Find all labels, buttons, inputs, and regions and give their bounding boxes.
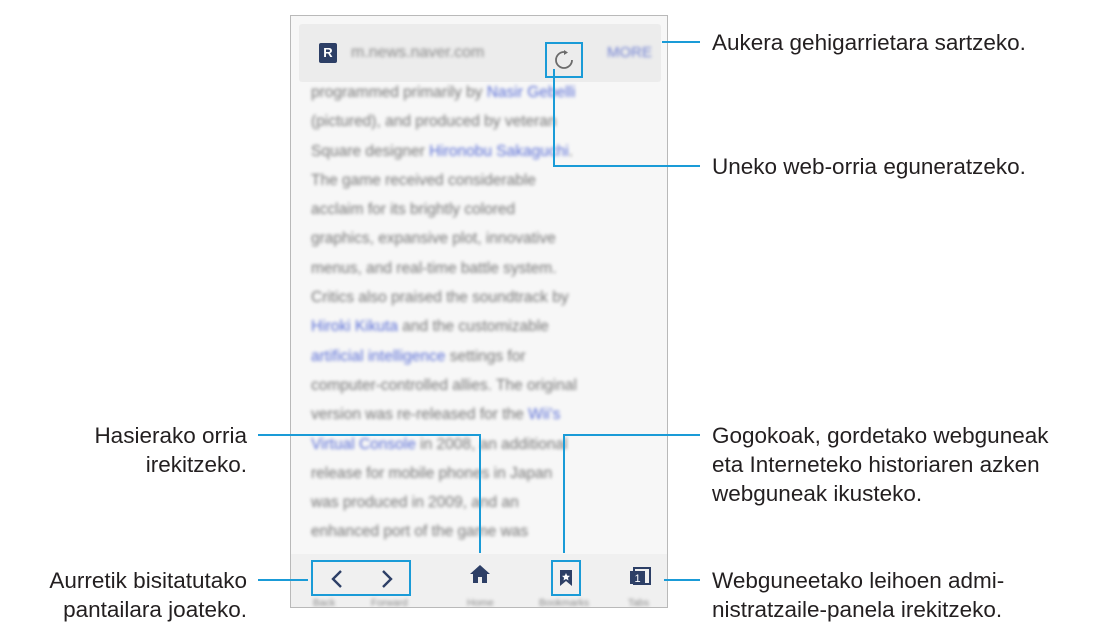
article-line: Virtual Console in 2008, an additional	[311, 430, 656, 459]
article-text: computer-controlled allies. The original	[311, 376, 577, 394]
callout-home: Hasierako orria irekitzeko.	[40, 421, 247, 479]
article-line: graphics, expansive plot, innovative	[311, 224, 656, 253]
article-link[interactable]: Hiroki Kikuta	[311, 318, 398, 335]
article-line: menus, and real-time battle system.	[311, 254, 656, 283]
back-label: Back	[313, 598, 336, 608]
article-text: The game received considerable	[311, 171, 536, 189]
bookmarks-label: Bookmarks	[539, 598, 590, 608]
article-text: and the customizable	[398, 318, 549, 336]
article-text: graphics, expansive plot, innovative	[311, 230, 556, 248]
article-line: was produced in 2009, and an	[311, 488, 656, 517]
article-link[interactable]: Wii's	[528, 406, 560, 423]
article-link[interactable]: Virtual Console	[311, 436, 416, 453]
article-text: menus, and real-time battle system.	[311, 259, 557, 277]
article-line: (pictured), and produced by veteran	[311, 107, 656, 136]
article-line: The game received considerable	[311, 166, 656, 195]
callout-home-line1: Hasierako orria	[94, 423, 247, 448]
article-text: in 2008, an additional	[415, 435, 568, 453]
home-label: Home	[467, 598, 494, 608]
callout-home-line2: irekitzeko.	[145, 452, 247, 477]
callout-tabs-line2: nistratzaile-panela irekitzeko.	[712, 597, 1003, 622]
article-link[interactable]: artificial intelligence	[311, 348, 445, 365]
article-text: was produced in 2009, and an	[311, 494, 519, 512]
article-line: version was re-released for the Wii's	[311, 400, 656, 429]
article-line: Hiroki Kikuta and the customizable	[311, 312, 656, 341]
article-text: Critics also praised the soundtrack by	[311, 289, 569, 307]
callout-tabs: Webguneetako leihoen admi- nistratzaile-…	[712, 566, 1004, 624]
bookmark-icon	[560, 570, 572, 586]
chevron-right-icon[interactable]	[380, 569, 394, 589]
tabs-button[interactable]: 1	[629, 567, 651, 590]
tabs-label: Tabs	[628, 598, 650, 608]
article-text: (pictured), and produced by veteran	[311, 113, 557, 131]
bookmarks-button[interactable]	[551, 560, 581, 596]
article-text: settings for	[445, 347, 526, 365]
article-link[interactable]: Hironobu Sakaguchi	[429, 143, 569, 160]
article-text: acclaim for its brightly colored	[311, 201, 516, 219]
address-bar[interactable]: R m.news.naver.com MORE	[299, 24, 661, 82]
bottom-toolbar: 1 Back Forward Home Bookmarks Tabs	[291, 554, 667, 608]
home-icon[interactable]	[469, 564, 491, 584]
chevron-left-icon[interactable]	[330, 569, 344, 589]
refresh-icon	[555, 50, 573, 69]
callout-nav-line2: pantailara joateko.	[63, 597, 247, 622]
tabs-icon: 1	[630, 567, 651, 585]
callout-nav-line1: Aurretik bisitatutako	[49, 568, 247, 593]
callout-bookmarks-line3: webguneak ikusteko.	[712, 481, 923, 506]
callout-more: Aukera gehigarrietara sartzeko.	[712, 30, 1026, 55]
site-favicon: R	[319, 43, 337, 63]
article-text: version was re-released for the	[311, 406, 529, 424]
article-text: release for mobile phones in Japan	[311, 464, 553, 482]
forward-label: Forward	[371, 598, 408, 608]
url-text[interactable]: m.news.naver.com	[351, 44, 484, 62]
article-line: programmed primarily by Nasir Gebelli	[311, 78, 656, 107]
article-line: computer-controlled allies. The original	[311, 371, 656, 400]
article-line: Critics also praised the soundtrack by	[311, 283, 656, 312]
article-line: acclaim for its brightly colored	[311, 195, 656, 224]
callout-nav: Aurretik bisitatutako pantailara joateko…	[10, 566, 247, 624]
toolbar-labels: Back Forward Home Bookmarks Tabs	[291, 598, 667, 608]
refresh-button[interactable]	[545, 42, 583, 78]
article-text: programmed primarily by	[311, 84, 487, 101]
callout-bookmarks-line2: eta Interneteko historiaren azken	[712, 452, 1040, 477]
article-line: enhanced port of the game was	[311, 517, 656, 546]
article-line: Square designer Hironobu Sakaguchi.	[311, 137, 656, 166]
callout-bookmarks: Gogokoak, gordetako webguneak eta Intern…	[712, 421, 1049, 508]
more-button[interactable]: MORE	[607, 44, 652, 61]
article-line: release for mobile phones in Japan	[311, 459, 656, 488]
article-text: Square designer	[311, 142, 430, 160]
back-forward-group	[311, 560, 411, 596]
callout-bookmarks-line1: Gogokoak, gordetako webguneak	[712, 423, 1049, 448]
callout-tabs-line1: Webguneetako leihoen admi-	[712, 568, 1005, 593]
article-text: .	[568, 142, 573, 160]
svg-text:1: 1	[634, 573, 640, 585]
article-link[interactable]: Nasir Gebelli	[487, 84, 576, 101]
article-content: programmed primarily by Nasir Gebelli (pi…	[311, 78, 656, 547]
article-line: artificial intelligence settings for	[311, 342, 656, 371]
article-text: enhanced port of the game was	[311, 523, 529, 541]
callout-refresh: Uneko web-orria eguneratzeko.	[712, 154, 1026, 179]
browser-screenshot: R m.news.naver.com MORE programmed prima…	[290, 15, 668, 608]
